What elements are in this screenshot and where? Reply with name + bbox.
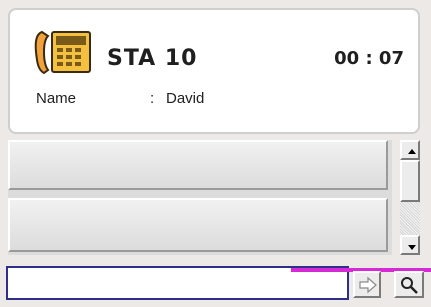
search-button[interactable]	[394, 271, 424, 298]
scroll-up-button[interactable]	[400, 140, 420, 160]
call-window: STA 10 00 : 07 Name : David	[0, 0, 431, 307]
call-timer: 00 : 07	[334, 48, 404, 69]
station-number: STA 10	[107, 46, 198, 71]
arrow-up-icon	[408, 149, 416, 154]
caller-name-separator: :	[150, 90, 155, 107]
arrow-down-icon	[408, 245, 416, 250]
line-slot[interactable]	[8, 140, 388, 190]
line-slot[interactable]	[8, 198, 388, 252]
transfer-button[interactable]	[353, 271, 381, 298]
active-call-card: STA 10 00 : 07 Name : David	[8, 8, 420, 134]
arrow-right-icon	[359, 276, 377, 294]
caller-name-value: David	[166, 90, 205, 107]
phone-with-keypad-icon	[34, 30, 91, 75]
line-list-scrollbar[interactable]	[400, 140, 420, 255]
scroll-thumb[interactable]	[400, 160, 420, 202]
search-icon	[401, 277, 418, 294]
scroll-down-button[interactable]	[400, 235, 420, 255]
caller-name-label: Name	[36, 90, 77, 107]
